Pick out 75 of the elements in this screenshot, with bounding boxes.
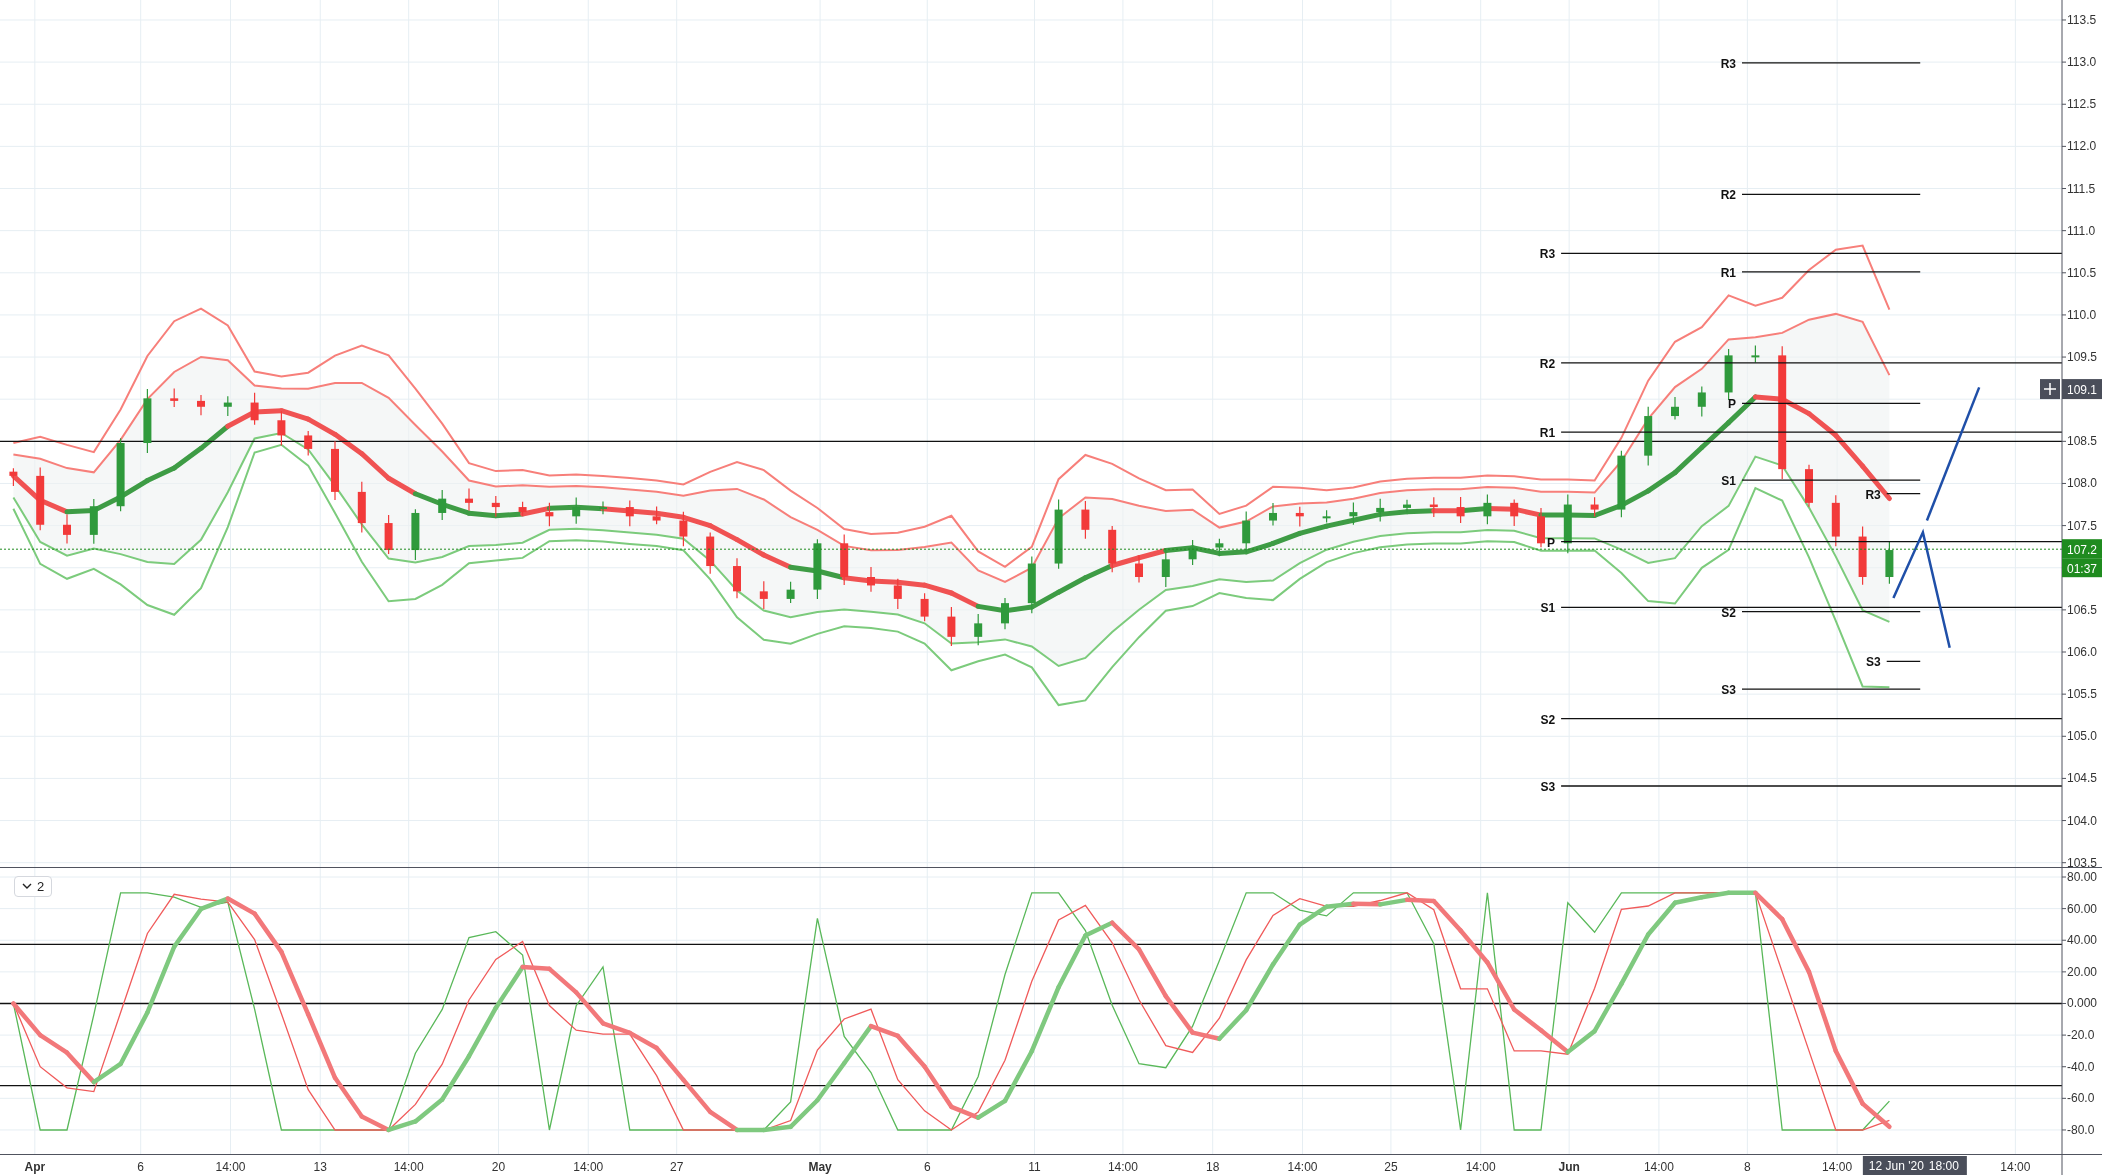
countdown-label: 01:37 bbox=[2062, 558, 2102, 578]
pivot-label: S3 bbox=[1721, 683, 1736, 698]
pivot-label: P bbox=[1547, 535, 1556, 550]
axis-label: 6 bbox=[137, 1160, 145, 1174]
pivot-line bbox=[1886, 492, 1921, 495]
axis-label: 18 bbox=[1206, 1160, 1220, 1174]
pane-toggle-button[interactable]: 2 bbox=[14, 876, 53, 897]
axis-label: 14:00 bbox=[1287, 1160, 1318, 1174]
axis-label: -20.0 bbox=[2067, 1028, 2095, 1043]
axis-label: 106.0 bbox=[2067, 645, 2098, 659]
axis-label: 80.00 bbox=[2067, 870, 2098, 884]
axis-label: 14:00 bbox=[1465, 1160, 1496, 1174]
axis-label: 104.0 bbox=[2067, 813, 2098, 828]
axis-label: 6 bbox=[923, 1160, 931, 1174]
axis-label: 8 bbox=[1744, 1160, 1751, 1174]
axis-label: Jun bbox=[1558, 1160, 1580, 1174]
axis-label: -40.0 bbox=[2067, 1059, 2095, 1074]
axis-label: 20 bbox=[491, 1160, 506, 1174]
pivot-label: P bbox=[1728, 397, 1736, 412]
pivot-label: R1 bbox=[1539, 426, 1556, 441]
pivot-label: R3 bbox=[1865, 487, 1881, 502]
crosshair-price-label: 109.1 bbox=[2062, 379, 2102, 400]
pivot-label: R2 bbox=[1720, 188, 1736, 203]
axis-label: -80.0 bbox=[2067, 1122, 2095, 1137]
axis-label: May bbox=[808, 1160, 832, 1174]
axis-label: 27 bbox=[670, 1160, 684, 1174]
last-price-label: 107.2 bbox=[2062, 539, 2102, 559]
pivot-label: S3 bbox=[1866, 655, 1881, 670]
axis-label: 11 bbox=[1028, 1160, 1041, 1174]
pivot-label: R3 bbox=[1720, 56, 1736, 71]
axis-label: 113.5 bbox=[2067, 12, 2097, 27]
axis-label: 111.0 bbox=[2067, 223, 2096, 238]
axis-label: 13 bbox=[313, 1160, 327, 1174]
axis-label: 109.5 bbox=[2067, 350, 2098, 365]
axis-label: 113.0 bbox=[2067, 55, 2097, 70]
pivot-label: S1 bbox=[1721, 474, 1736, 489]
axis-label: 112.0 bbox=[2067, 139, 2097, 154]
chevron-down-icon bbox=[22, 883, 32, 890]
axis-label: 14:00 bbox=[1822, 1160, 1853, 1174]
axis-label: 105.0 bbox=[2067, 729, 2098, 744]
axis-label: 110.5 bbox=[2067, 265, 2097, 280]
axis-label: 107.5 bbox=[2067, 518, 2098, 533]
pivot-label: R3 bbox=[1539, 247, 1556, 262]
pivot-label: R1 bbox=[1720, 265, 1736, 280]
pivot-label: S3 bbox=[1540, 780, 1556, 794]
pivot-label: S1 bbox=[1540, 601, 1556, 616]
pivot-label: S2 bbox=[1721, 605, 1736, 620]
axis-label: 0.000 bbox=[2067, 996, 2098, 1011]
axis-label: 110.0 bbox=[2067, 307, 2097, 322]
axis-label: 25 bbox=[1384, 1160, 1398, 1174]
axis-label: 14:00 bbox=[2000, 1160, 2031, 1174]
pivot-line bbox=[1886, 660, 1921, 662]
axis-label: 20.00 bbox=[2067, 964, 2098, 979]
axis-label: 106.5 bbox=[2067, 602, 2098, 617]
pivot-label: S2 bbox=[1540, 712, 1556, 727]
add-button[interactable] bbox=[2040, 379, 2060, 400]
axis-label: 112.5 bbox=[2067, 97, 2097, 112]
pivot-label: R2 bbox=[1539, 356, 1556, 371]
axis-label: 103.5 bbox=[2067, 855, 2098, 868]
crosshair-date: 12 Jun '20 bbox=[1868, 1159, 1924, 1173]
crosshair-time: 18:00 bbox=[1928, 1159, 1959, 1173]
axis-label: 111.5 bbox=[2067, 181, 2096, 196]
axis-label: 14:00 bbox=[573, 1160, 604, 1174]
axis-label: 60.00 bbox=[2067, 901, 2098, 916]
axis-label: 108.5 bbox=[2067, 434, 2098, 449]
axis-label: 104.5 bbox=[2067, 771, 2098, 786]
axis-label: Apr bbox=[24, 1160, 46, 1174]
axis-label: 14:00 bbox=[1643, 1160, 1674, 1174]
axis-label: 108.0 bbox=[2067, 476, 2098, 491]
axis-label: -60.0 bbox=[2067, 1091, 2095, 1106]
axis-label: 14:00 bbox=[215, 1160, 246, 1174]
axis-label: 14:00 bbox=[393, 1160, 424, 1174]
axis-label: 14:00 bbox=[1107, 1160, 1138, 1174]
axis-label: 40.00 bbox=[2067, 933, 2098, 948]
axis-label: 105.5 bbox=[2067, 687, 2098, 702]
